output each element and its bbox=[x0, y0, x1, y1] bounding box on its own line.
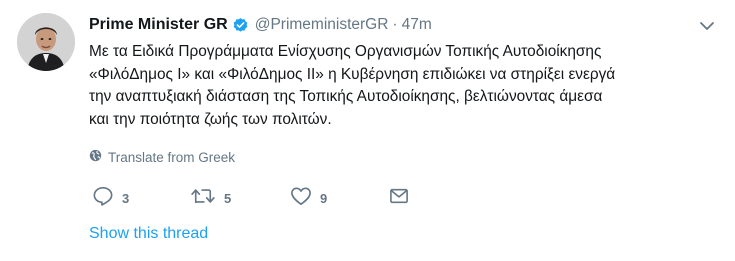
translate-link[interactable]: Translate from Greek bbox=[89, 149, 235, 165]
user-handle[interactable]: @PrimeministerGR bbox=[255, 16, 389, 34]
retweet-count: 5 bbox=[224, 190, 232, 206]
separator-dot: · bbox=[392, 16, 398, 33]
timestamp[interactable]: 47m bbox=[402, 16, 432, 34]
chevron-down-icon[interactable] bbox=[699, 19, 715, 31]
like-button[interactable]: 9 bbox=[290, 186, 327, 210]
show-thread-link[interactable]: Show this thread bbox=[89, 225, 208, 243]
translate-label: Translate from Greek bbox=[108, 149, 236, 165]
reply-button[interactable]: 3 bbox=[92, 186, 129, 210]
tweet[interactable]: Prime Minister GR @PrimeministerGR · 47m… bbox=[0, 0, 735, 261]
verified-badge-icon bbox=[232, 17, 249, 34]
tweet-text-line: Με τα Ειδικά Προγράμματα Ενίσχυσης Οργαν… bbox=[89, 43, 602, 60]
globe-icon bbox=[89, 149, 108, 165]
display-name[interactable]: Prime Minister GR bbox=[89, 16, 228, 34]
reply-icon bbox=[92, 186, 114, 211]
direct-message-button[interactable] bbox=[389, 186, 409, 210]
tweet-header: Prime Minister GR @PrimeministerGR · 47m bbox=[89, 14, 432, 36]
tweet-text-line: «ΦιλόΔημος Ι» και «ΦιλόΔημος ΙΙ» η Κυβέρ… bbox=[89, 65, 616, 83]
retweet-button[interactable]: 5 bbox=[190, 186, 231, 210]
reply-count: 3 bbox=[122, 190, 130, 206]
tweet-text: Με τα Ειδικά Προγράμματα Ενίσχυσης Οργαν… bbox=[89, 41, 729, 131]
envelope-icon bbox=[389, 187, 409, 210]
tweet-text-line: την αναπτυξιακή διάσταση της Τοπικής Αυτ… bbox=[89, 88, 603, 105]
like-count: 9 bbox=[320, 190, 328, 206]
heart-icon bbox=[290, 186, 312, 211]
avatar[interactable] bbox=[17, 13, 75, 71]
avatar-photo bbox=[17, 13, 75, 71]
retweet-icon bbox=[190, 186, 216, 211]
tweet-text-line: και την ποιότητα ζωής των πολιτών. bbox=[89, 110, 332, 128]
